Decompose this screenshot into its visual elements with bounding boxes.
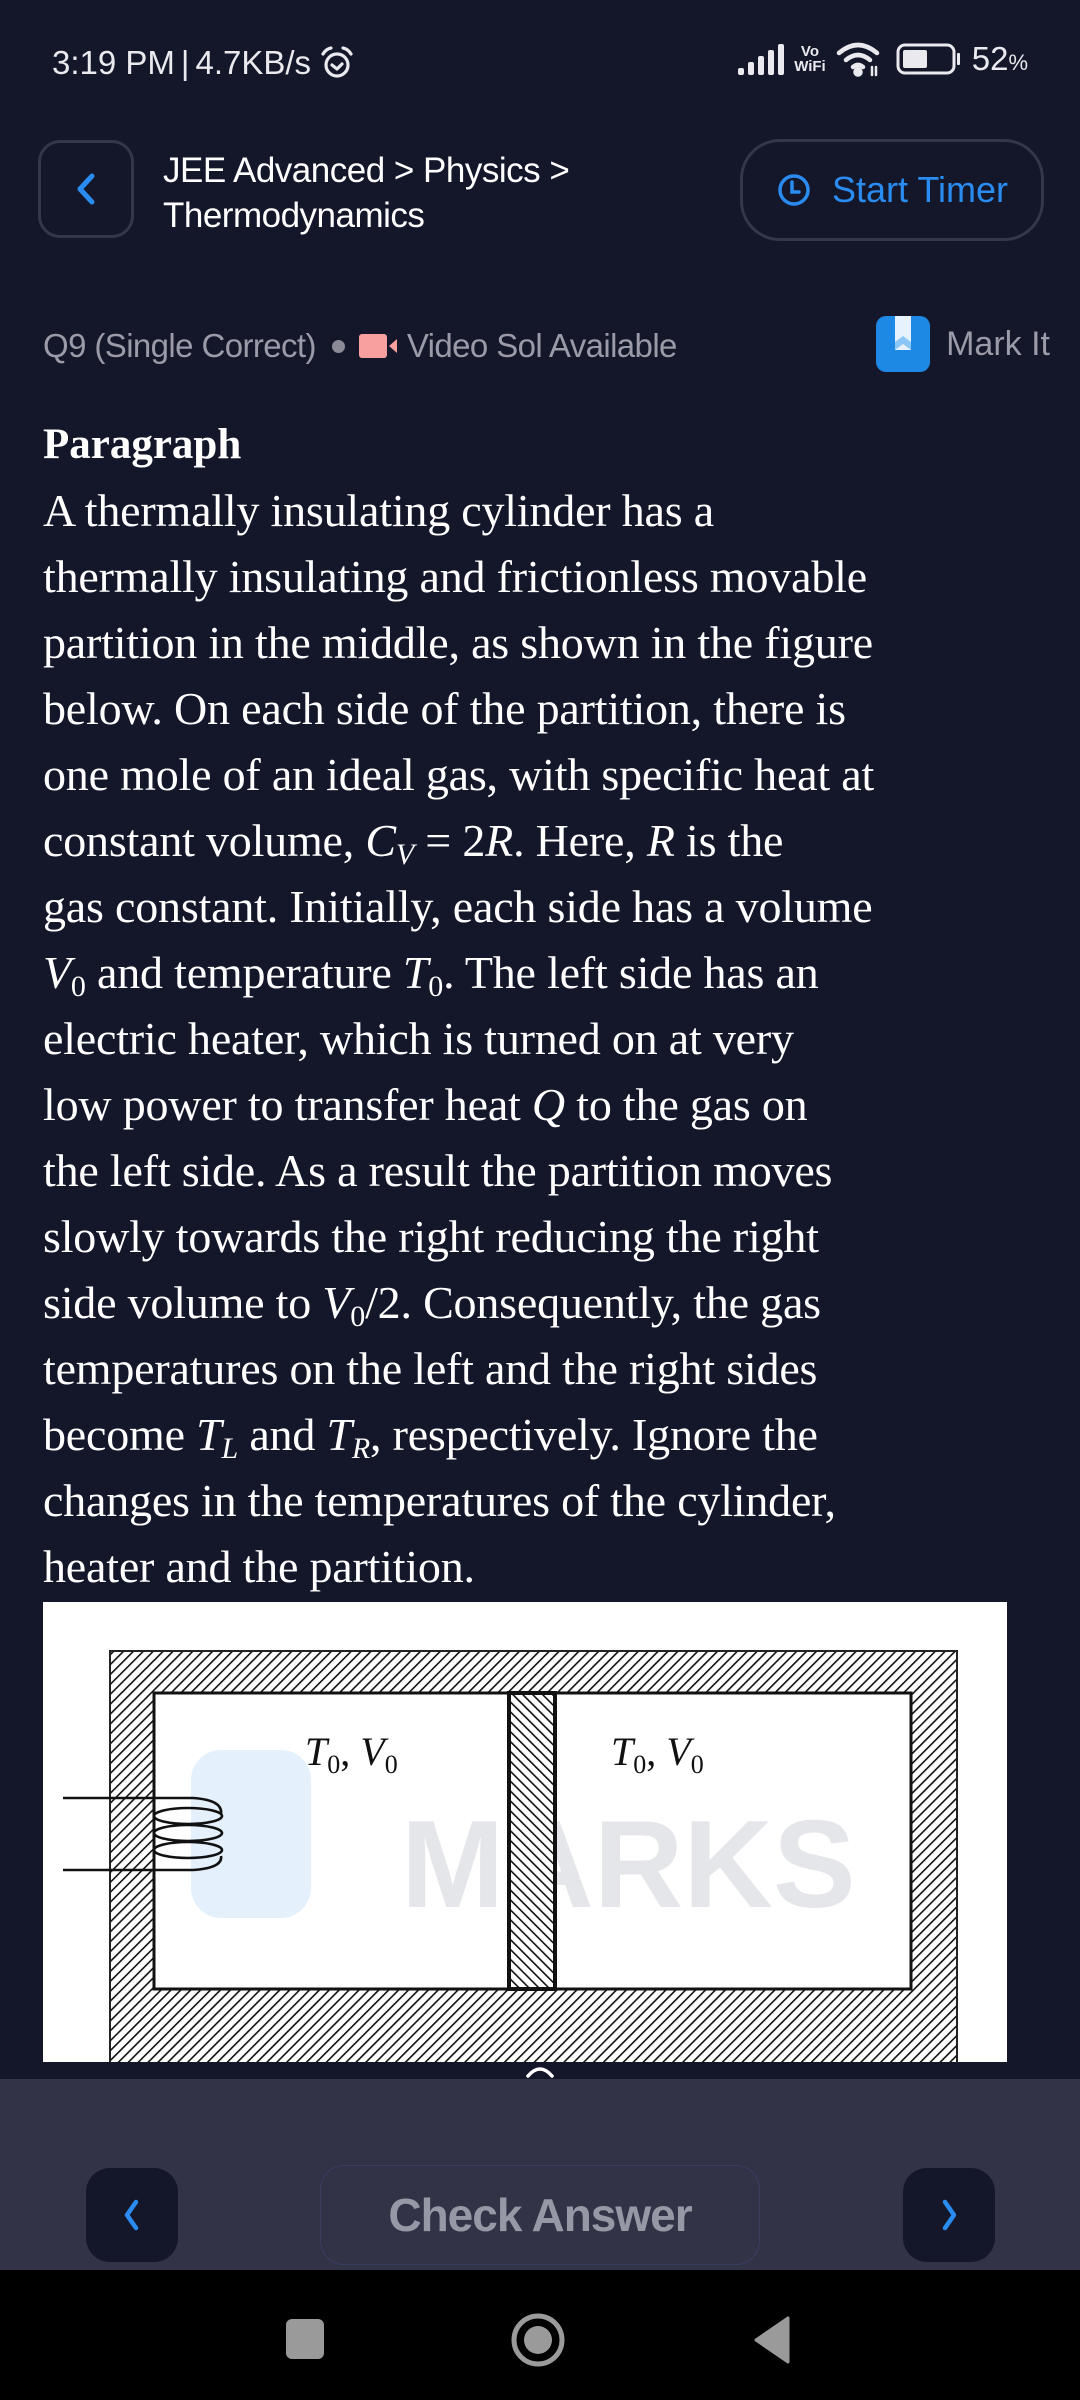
cylinder-diagram: MARKS T0, V0 T0, V0 — [63, 1650, 958, 2062]
math-symbol: CV — [365, 815, 414, 871]
left-chamber-label: T0, V0 — [305, 1729, 398, 1779]
wifi-icon — [836, 41, 882, 77]
math-operator: /2 — [365, 1277, 401, 1328]
back-button[interactable] — [38, 140, 134, 238]
network-speed: 4.7KB/s — [195, 44, 312, 81]
question-content: Paragraph A thermally insulating cylinde… — [43, 412, 1043, 1600]
paragraph-line: gas constant. Initially, each side has a… — [43, 881, 873, 932]
question-type-label: Q9 (Single Correct) — [43, 327, 316, 364]
paragraph-line: electric heater, which is turned on at v… — [43, 1013, 794, 1064]
home-circle-icon[interactable] — [510, 2312, 566, 2373]
back-triangle-icon[interactable] — [752, 2316, 792, 2369]
breadcrumb-line-1: JEE Advanced > Physics > — [163, 151, 570, 190]
paragraph-line: below. On each side of the partition, th… — [43, 683, 846, 734]
math-symbol: R — [646, 815, 675, 866]
chevron-left-icon — [74, 172, 98, 206]
check-answer-button[interactable]: Check Answer — [320, 2165, 760, 2265]
status-separator: | — [180, 44, 190, 81]
paragraph-line: side volume to V0/2. Consequently, the g… — [43, 1277, 821, 1333]
cellular-signal-icon — [738, 42, 785, 76]
previous-question-button[interactable] — [86, 2168, 178, 2262]
partition — [507, 1691, 557, 1991]
status-bar: 3:19 PM | 4.7KB/s Vo WiFi 52% — [0, 0, 1080, 120]
battery-icon — [896, 42, 962, 76]
status-right: Vo WiFi 52% — [738, 40, 1028, 78]
breadcrumb: JEE Advanced > Physics > Thermodynamics — [163, 148, 703, 238]
chevron-left-icon — [121, 2198, 143, 2232]
paragraph-line: temperatures on the left and the right s… — [43, 1343, 818, 1394]
paragraph-line: A thermally insulating cylinder has a — [43, 485, 714, 536]
paragraph-line: low power to transfer heat Q to the gas … — [43, 1079, 808, 1130]
video-solution-label[interactable]: Video Sol Available — [407, 327, 678, 365]
mark-it-button[interactable]: Mark It — [876, 316, 1050, 372]
bookmark-icon — [876, 316, 931, 372]
action-bar: Check Answer — [0, 2079, 1080, 2270]
start-timer-label: Start Timer — [831, 169, 1009, 210]
status-time: 3:19 PM — [52, 44, 175, 81]
clock-icon — [776, 172, 812, 208]
paragraph-line: partition in the middle, as shown in the… — [43, 617, 873, 668]
chevron-right-icon — [938, 2198, 960, 2232]
system-navigation-bar — [0, 2270, 1080, 2400]
math-symbol: R — [485, 815, 514, 866]
paragraph-line: become TL and TR, respectively. Ignore t… — [43, 1409, 818, 1465]
math-symbol: V0 — [322, 1277, 366, 1333]
paragraph-body: A thermally insulating cylinder has a the… — [43, 478, 1043, 1600]
paragraph-line: heater and the partition. — [43, 1541, 475, 1592]
paragraph-line: V0 and temperature T0. The left side has… — [43, 947, 819, 1003]
start-timer-button[interactable]: Start Timer — [740, 139, 1044, 241]
vowifi-indicator: Vo WiFi — [794, 44, 826, 74]
alarm-clock-icon — [319, 45, 355, 81]
question-figure: MARKS T0, V0 T0, V0 — [43, 1602, 1007, 2062]
paragraph-line: one mole of an ideal gas, with specific … — [43, 749, 875, 800]
paragraph-line: the left side. As a result the partition… — [43, 1145, 833, 1196]
vowifi-top: Vo — [800, 43, 819, 60]
paragraph-line: slowly towards the right reducing the ri… — [43, 1211, 819, 1262]
math-symbol: Q — [531, 1079, 565, 1130]
math-operator: = 2 — [414, 815, 486, 866]
paragraph-line: thermally insulating and frictionless mo… — [43, 551, 867, 602]
video-camera-icon — [358, 333, 399, 359]
mark-it-label: Mark It — [946, 324, 1050, 363]
paragraph-line: constant volume, CV = 2R. Here, R is the — [43, 815, 784, 871]
status-left: 3:19 PM | 4.7KB/s — [52, 44, 355, 82]
math-symbol: T0 — [402, 947, 444, 1003]
separator-dot — [331, 339, 345, 353]
math-symbol: TL — [196, 1409, 239, 1465]
battery-percent: 52% — [971, 40, 1028, 77]
math-symbol: V0 — [43, 947, 86, 1003]
next-question-button[interactable] — [903, 2168, 995, 2262]
math-symbol: TR — [326, 1409, 370, 1465]
paragraph-line: changes in the temperatures of the cylin… — [43, 1475, 836, 1526]
watermark-text: MARKS — [401, 1796, 856, 1934]
paragraph-heading: Paragraph — [43, 421, 242, 468]
right-chamber-label: T0, V0 — [611, 1729, 704, 1779]
recents-square-icon[interactable] — [285, 2318, 325, 2365]
breadcrumb-line-2: Thermodynamics — [163, 196, 425, 235]
chevron-up-icon[interactable] — [524, 2060, 556, 2080]
vowifi-bottom: WiFi — [794, 58, 826, 75]
battery-fill — [902, 50, 927, 68]
